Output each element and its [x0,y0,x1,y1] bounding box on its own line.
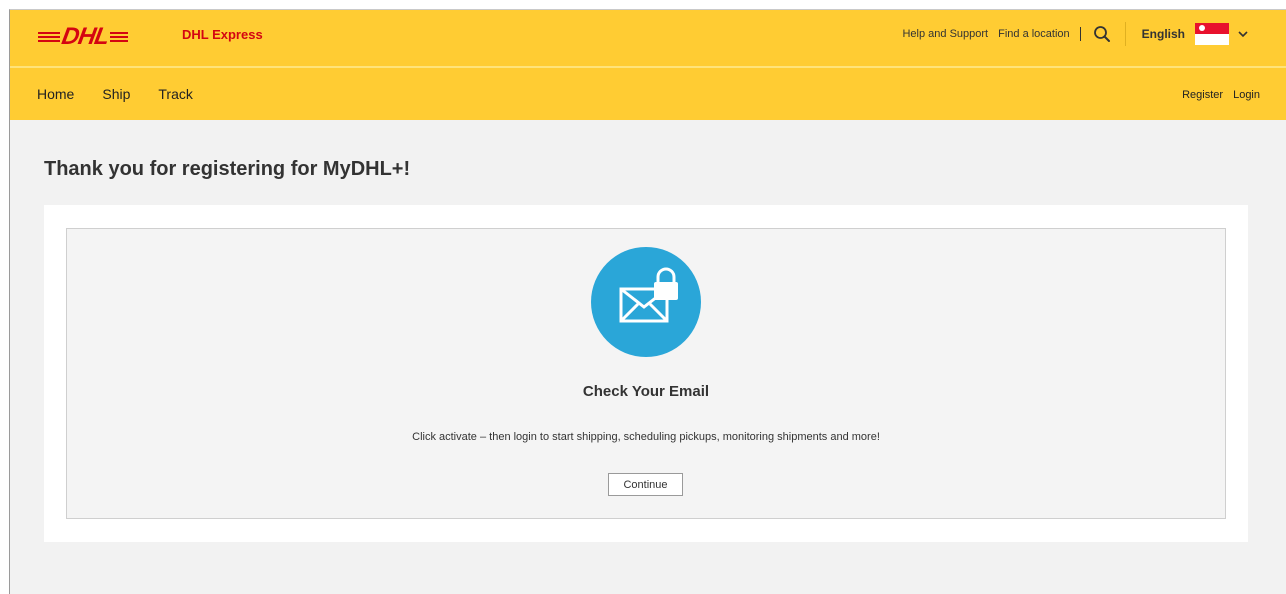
continue-button[interactable]: Continue [608,473,683,496]
nav-track[interactable]: Track [158,86,192,102]
login-link[interactable]: Login [1233,89,1260,101]
email-lock-icon [591,247,701,357]
singapore-flag-icon[interactable] [1195,23,1229,45]
dhl-logo[interactable]: DHL [38,23,129,50]
account-nav: Register Login [1182,89,1260,101]
confirmation-panel: Check Your Email Click activate – then l… [66,228,1226,519]
page-title: Thank you for registering for MyDHL+! [44,158,411,180]
search-icon[interactable] [1093,25,1111,43]
logo-wordmark: DHL [59,23,111,50]
nav-home[interactable]: Home [37,86,74,102]
logo-stripes-left [38,32,60,42]
check-email-heading: Check Your Email [582,383,710,400]
utility-nav: Help and Support Find a location English [892,22,1249,46]
language-divider [1124,22,1126,46]
logo-stripes-right [110,32,129,42]
find-location-link[interactable]: Find a location [998,28,1070,40]
language-selector[interactable]: English [1142,27,1185,41]
utility-header: DHL DHL Express Help and Support Find a … [10,10,1286,68]
confirmation-card: Check Your Email Click activate – then l… [44,205,1248,542]
utility-separator [1079,27,1081,41]
brand-name: DHL Express [182,27,263,42]
main-nav: Home Ship Track [37,86,193,102]
chevron-down-icon[interactable] [1237,28,1249,40]
nav-ship[interactable]: Ship [102,86,130,102]
register-link[interactable]: Register [1182,89,1223,101]
help-support-link[interactable]: Help and Support [902,28,988,40]
page-frame: DHL DHL Express Help and Support Find a … [9,9,1286,594]
main-navigation-bar: Home Ship Track Register Login [10,68,1286,120]
activation-message: Click activate – then login to start shi… [412,431,880,443]
